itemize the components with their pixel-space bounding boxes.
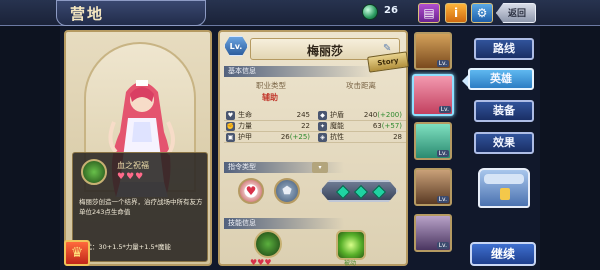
menu-hero-button[interactable]: 英雄 xyxy=(468,68,534,90)
stat-value: 26(+25) xyxy=(280,133,310,141)
skill-card: 血之祝福 ♥♥♥ 梅丽莎创造一个结界，治疗战场中所有友方单位243点生命值 公式… xyxy=(72,152,208,262)
chest-lid xyxy=(484,174,524,184)
skill-icon xyxy=(81,159,107,185)
trophy-icon[interactable]: ♛ xyxy=(64,240,90,266)
back-label: 返回 xyxy=(508,9,527,19)
stat-value: 245 xyxy=(296,111,310,119)
stat-label: 抗性 xyxy=(330,133,344,141)
hero-portrait-knight[interactable]: Lv. xyxy=(414,32,452,70)
shield-icon: ◆ xyxy=(318,111,327,120)
stat-value: 63(+57) xyxy=(372,122,402,130)
left-frame xyxy=(0,26,60,270)
stat-label: 护甲 xyxy=(238,133,252,141)
skill-slot-passive[interactable] xyxy=(336,230,366,260)
slot-cost-hearts: ♥♥♥ xyxy=(250,258,272,267)
command-heal-icon[interactable]: ♥ xyxy=(238,178,264,204)
type-row: 职业类型 辅助 攻击距离 xyxy=(226,78,402,108)
skill-description: 梅丽莎创造一个结界，治疗战场中所有友方单位243点生命值 xyxy=(79,198,203,216)
menu-effects-button[interactable]: 效果 xyxy=(474,132,534,154)
hero-portrait-melissa[interactable]: Lv. xyxy=(412,74,454,116)
stat-resist: ◈ 抗性 28 xyxy=(316,132,406,143)
section-skill-info: 技能信息 xyxy=(224,218,344,229)
portrait-level: Lv. xyxy=(438,106,451,113)
class-type-value: 辅助 xyxy=(262,93,278,102)
class-type-label: 职业类型 xyxy=(256,81,286,90)
attack-range-label: 攻击距离 xyxy=(346,81,376,90)
stat-label: 护盾 xyxy=(330,111,344,119)
info-icon[interactable]: i xyxy=(445,3,467,23)
skill-name: 血之祝福 xyxy=(117,161,149,170)
level-badge: Lv. xyxy=(224,36,248,56)
section-basic-info: 基本信息 xyxy=(224,66,374,77)
stat-row: ▣ 护甲 26(+25) ◈ 抗性 28 xyxy=(224,132,406,143)
stat-label: 力量 xyxy=(238,122,252,130)
resist-icon: ◈ xyxy=(318,133,327,142)
stat-armor: ▣ 护甲 26(+25) xyxy=(224,132,314,143)
stat-value: 28 xyxy=(393,133,402,141)
hero-info-panel: Lv. 梅丽莎 ✎ Story 基本信息 职业类型 辅助 攻击距离 ♥ 生命 2… xyxy=(218,30,409,267)
portrait-level: Lv. xyxy=(436,150,449,157)
gem-icon xyxy=(362,4,378,20)
portrait-level: Lv. xyxy=(436,60,449,67)
magic-icon: ✦ xyxy=(318,122,327,131)
heart-icon: ♥ xyxy=(226,111,235,120)
hero-portrait-elf[interactable]: Lv. xyxy=(414,122,452,160)
skill-formula: 公式：30+1.5*力量+1.5*魔能 xyxy=(79,243,171,251)
top-bar: 营地 26 ▤ i ⚙ 返回 xyxy=(0,0,600,26)
stat-row: ♥ 生命 245 ◆ 护盾 240(+200) xyxy=(224,110,406,121)
hero-portrait-mage[interactable]: Lv. xyxy=(414,214,452,252)
armor-icon: ▣ xyxy=(226,133,235,142)
book-icon[interactable]: ▤ xyxy=(418,3,440,23)
continue-button[interactable]: 继续 xyxy=(470,242,536,266)
stat-label: 魔能 xyxy=(330,122,344,130)
hero-portrait-dwarf[interactable]: Lv. xyxy=(414,168,452,206)
menu-route-button[interactable]: 路线 xyxy=(474,38,534,60)
stat-strength: ✊ 力量 22 xyxy=(224,121,314,132)
command-chain xyxy=(320,180,398,202)
stat-shield: ◆ 护盾 240(+200) xyxy=(316,110,406,121)
stats-table: ♥ 生命 245 ◆ 护盾 240(+200) ✊ 力量 22 ✦ 魔能 63(… xyxy=(224,110,406,143)
skill-cost-hearts: ♥♥♥ xyxy=(117,172,145,182)
stat-magic: ✦ 魔能 63(+57) xyxy=(316,121,406,132)
stat-label: 生命 xyxy=(238,111,252,119)
gem-count: 26 xyxy=(384,5,398,16)
stat-row: ✊ 力量 22 ✦ 魔能 63(+57) xyxy=(224,121,406,132)
chain-gem-icon xyxy=(371,184,387,200)
command-toggle[interactable]: ▾ xyxy=(312,162,328,173)
gear-icon[interactable]: ⚙ xyxy=(471,3,493,23)
page-title: 营地 xyxy=(70,5,105,23)
hero-portrait-panel: 血之祝福 ♥♥♥ 梅丽莎创造一个结界，治疗战场中所有友方单位243点生命值 公式… xyxy=(64,30,212,266)
treasure-chest-icon[interactable] xyxy=(478,168,530,208)
portrait-level: Lv. xyxy=(436,196,449,203)
portrait-level: Lv. xyxy=(436,242,449,249)
chest-lock xyxy=(500,188,510,200)
menu-equipment-button[interactable]: 装备 xyxy=(474,100,534,122)
skill-slot-active[interactable] xyxy=(254,230,282,258)
command-defend-icon[interactable]: ⬟ xyxy=(274,178,300,204)
fist-icon: ✊ xyxy=(226,122,235,131)
stat-value: 22 xyxy=(301,122,310,130)
chain-gem-icon xyxy=(335,184,351,200)
stat-value: 240(+200) xyxy=(363,111,402,119)
info-glyph: i xyxy=(453,6,459,20)
stat-hp: ♥ 生命 245 xyxy=(224,110,314,121)
right-frame xyxy=(540,0,600,270)
passive-label: 被动 xyxy=(344,260,357,267)
hero-portrait-list: Lv. Lv. Lv. Lv. Lv. xyxy=(412,30,456,270)
chain-gem-icon xyxy=(353,184,369,200)
